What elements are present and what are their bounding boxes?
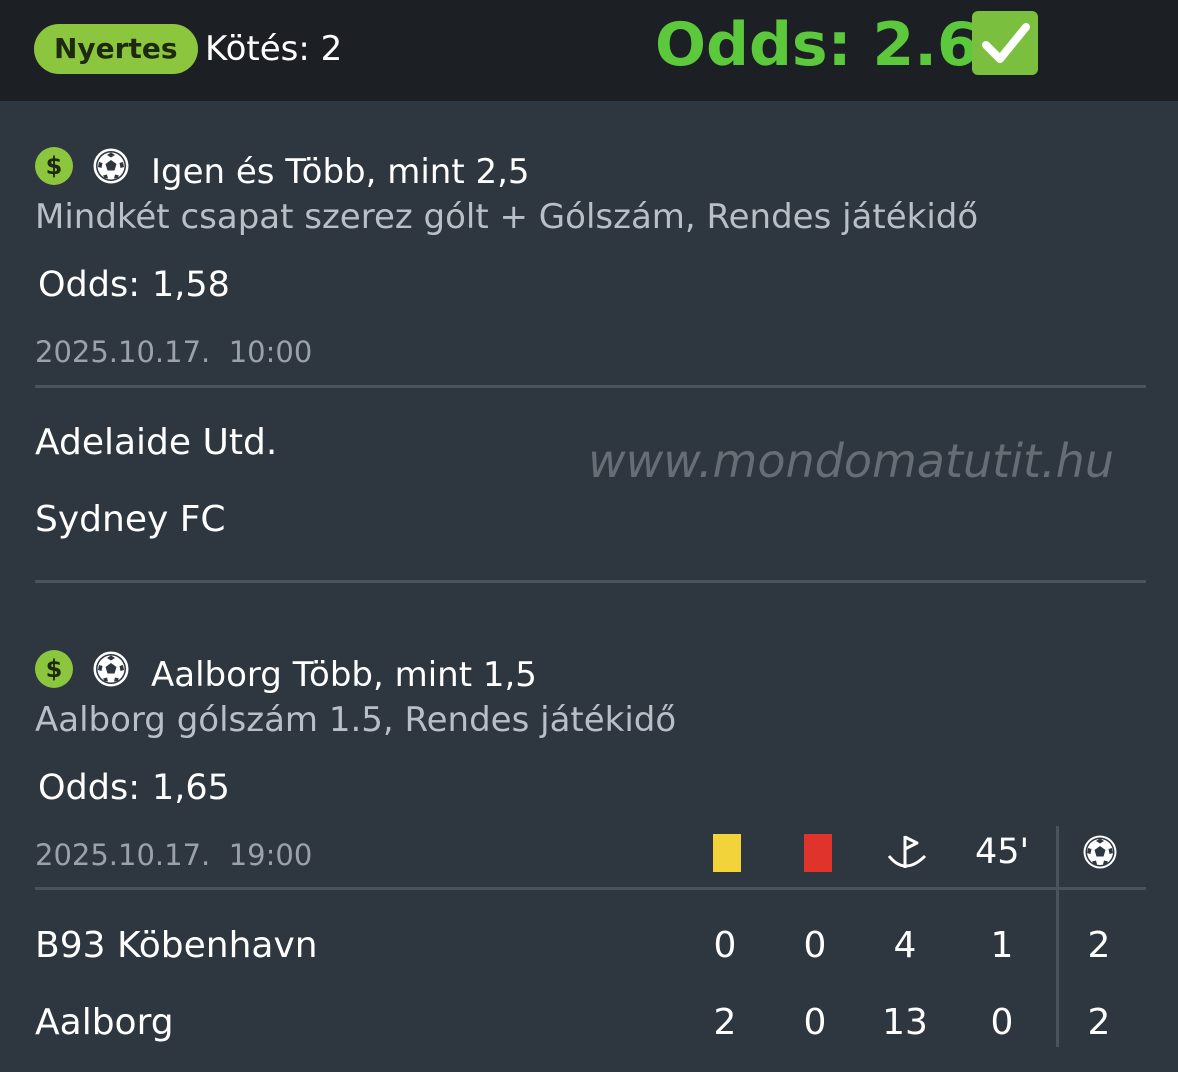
selection-market: Aalborg gólszám 1.5, Rendes játékidő (35, 700, 677, 740)
match-date: 2025.10.17. (35, 335, 211, 369)
soccer-ball-icon (1081, 833, 1119, 871)
soccer-ball-icon (92, 650, 130, 688)
total-odds: Odds: 2.60 (655, 10, 1021, 80)
check-mark-icon (972, 11, 1038, 75)
dollar-icon: $ (35, 147, 73, 185)
red-card-icon (804, 834, 832, 872)
stat-goals: 2 (1087, 925, 1111, 966)
odds-value: 1,58 (152, 265, 230, 305)
divider (35, 887, 1146, 890)
match-datetime: 2025.10.17. 10:00 (35, 332, 312, 372)
divider (35, 580, 1146, 583)
status-badge: Nyertes (34, 24, 198, 74)
selection-title: Igen és Több, mint 2,5 (151, 152, 530, 192)
away-team: Aalborg (35, 1002, 174, 1043)
bet-header: Nyertes Kötés: 2 Odds: 2.60 (0, 0, 1178, 101)
stat-yellow-cards: 0 (713, 925, 737, 966)
away-team: Sydney FC (35, 499, 226, 540)
stat-half-time: 1 (990, 925, 1014, 966)
stat-goals: 2 (1087, 1002, 1111, 1043)
home-team: Adelaide Utd. (35, 422, 278, 463)
dollar-icon: $ (35, 650, 73, 688)
stat-half-time: 0 (990, 1002, 1014, 1043)
stat-corners: 4 (893, 925, 917, 966)
odds-label: Odds: (38, 265, 141, 305)
odds-value: 1,65 (152, 768, 230, 808)
selection-title: Aalborg Több, mint 1,5 (151, 655, 537, 695)
odds-label: Odds: (38, 768, 141, 808)
column-separator (1056, 826, 1059, 1047)
soccer-ball-icon (92, 147, 130, 185)
bet-count: Kötés: 2 (205, 29, 343, 69)
home-team: B93 Köbenhavn (35, 925, 318, 966)
divider (35, 385, 1146, 388)
selection-odds: Odds: 1,58 (38, 263, 230, 307)
yellow-card-icon (713, 834, 741, 872)
match-datetime: 2025.10.17. 19:00 (35, 835, 312, 875)
match-time: 19:00 (228, 838, 313, 872)
half-time-label: 45' (975, 832, 1030, 872)
stat-red-cards: 0 (803, 925, 827, 966)
corner-flag-icon (885, 832, 929, 874)
stat-red-cards: 0 (803, 1002, 827, 1043)
match-date: 2025.10.17. (35, 838, 211, 872)
selection-market: Mindkét csapat szerez gólt + Gólszám, Re… (35, 197, 979, 237)
watermark: www.mondomatutit.hu (588, 434, 1114, 488)
selection-odds: Odds: 1,65 (38, 766, 230, 810)
stat-corners: 13 (882, 1002, 928, 1043)
match-time: 10:00 (228, 335, 313, 369)
stat-yellow-cards: 2 (713, 1002, 737, 1043)
